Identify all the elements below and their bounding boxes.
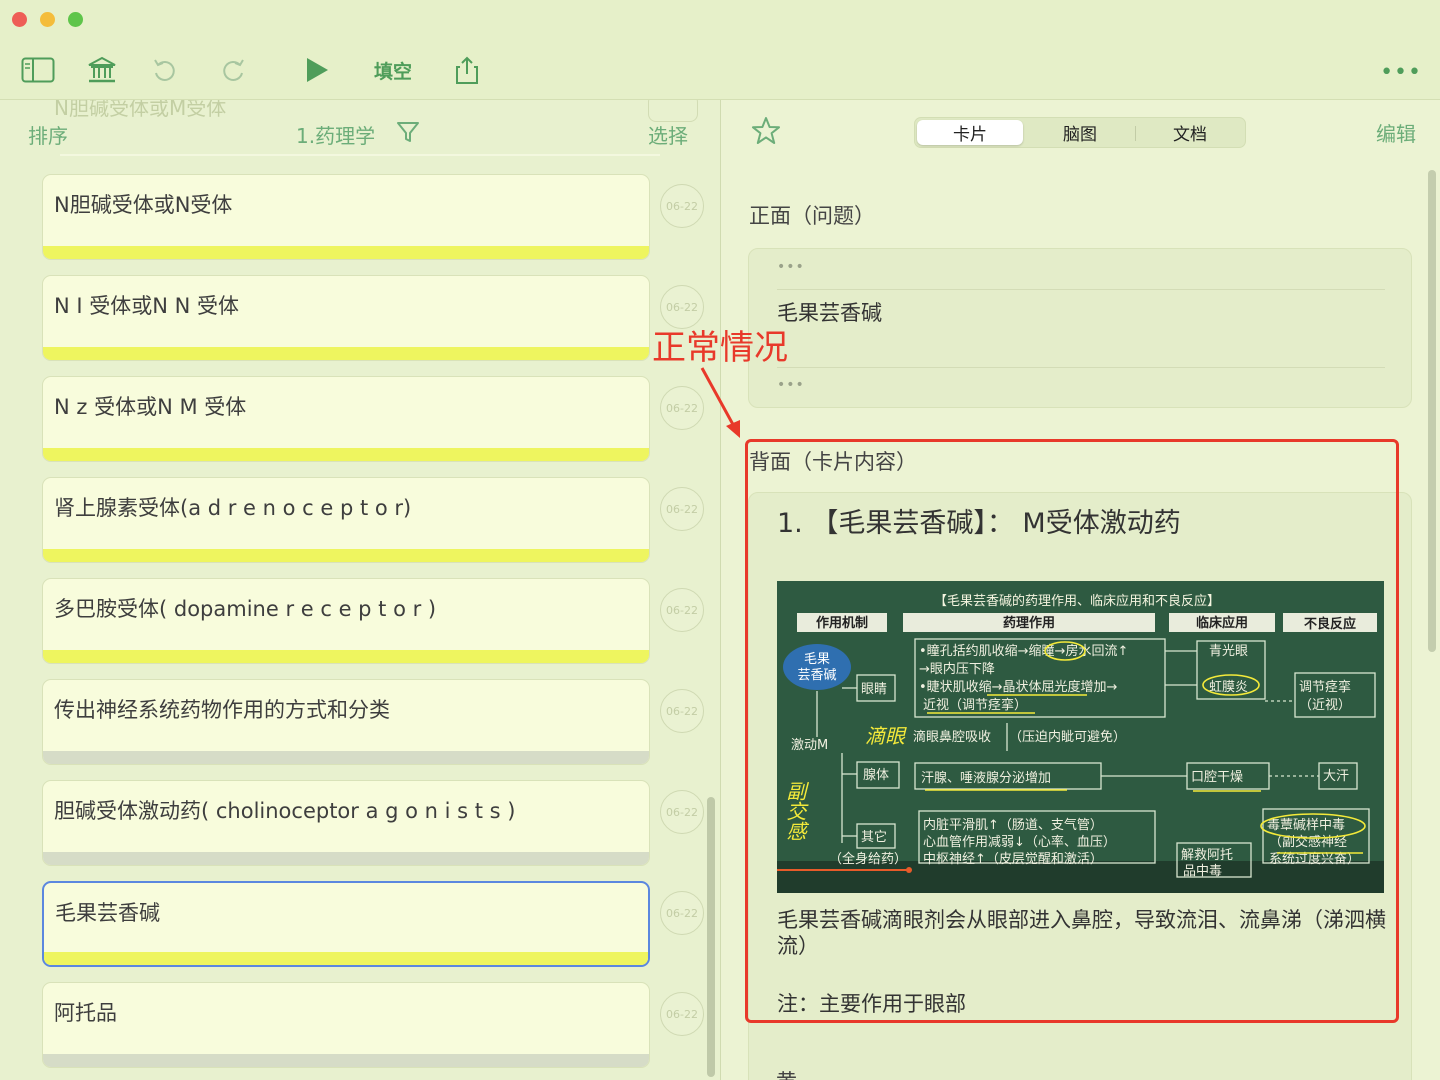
card-date-badge: 06-22 (660, 184, 704, 228)
card-progress-bar (44, 952, 648, 965)
card-progress-bar (43, 448, 649, 461)
front-top-line (777, 289, 1385, 290)
undo-icon[interactable] (150, 50, 178, 90)
fill-blank-button[interactable]: 填空 (370, 50, 416, 90)
tab-card[interactable]: 卡片 (917, 120, 1023, 145)
list-scrollbar[interactable] (707, 797, 715, 1077)
redo-icon[interactable] (220, 50, 248, 90)
card-title: N z 受体或N M 受体 (54, 395, 247, 419)
play-icon[interactable] (302, 50, 332, 90)
card-date-badge: 06-22 (660, 689, 704, 733)
card-date-badge: 06-22 (660, 790, 704, 834)
card-item[interactable]: 毛果芸香碱 (42, 881, 650, 967)
card-date-badge: 06-22 (660, 992, 704, 1036)
card-progress-bar (43, 347, 649, 360)
sidebar-toggle-icon[interactable] (20, 50, 56, 90)
card-item[interactable]: 传出神经系统药物作用的方式和分类 (42, 679, 650, 765)
card-title: 胆碱受体激动药( cholinoceptor a g o n i s t s ) (54, 799, 516, 823)
select-button[interactable]: 选择 (648, 120, 688, 149)
card-title: N胆碱受体或N受体 (54, 193, 233, 217)
annotation-arrow (700, 367, 740, 438)
card-date-badge: 06-22 (660, 487, 704, 531)
zoom-window-button[interactable] (68, 12, 83, 27)
list-header: 排序 1.药理学 选择 (0, 110, 720, 158)
front-bottom-dots: ••• (777, 377, 805, 393)
card-item[interactable]: N胆碱受体或N受体 (42, 174, 650, 260)
star-icon[interactable] (751, 116, 781, 150)
card-item[interactable]: N z 受体或N M 受体 (42, 376, 650, 462)
card-progress-bar (43, 751, 649, 764)
share-icon[interactable] (452, 50, 482, 90)
card-title: 毛果芸香碱 (55, 901, 160, 925)
front-bottom-line (777, 367, 1385, 368)
detail-scrollbar[interactable] (1428, 170, 1436, 652)
card-item[interactable]: 阿托品 (42, 982, 650, 1068)
more-options-icon[interactable]: ••• (1380, 60, 1422, 85)
view-mode-segmented-control: 卡片 脑图 文档 (914, 117, 1246, 148)
card-title: 肾上腺素受体(a d r e n o c e p t o r) (54, 496, 412, 520)
front-section-label: 正面（问题） (749, 204, 875, 228)
next-section-text: 黄 (776, 1066, 797, 1080)
annotation-highlight-box (745, 439, 1399, 1023)
card-date-badge: 06-22 (660, 588, 704, 632)
card-title: 多巴胺受体( dopamine r e c e p t o r ) (54, 597, 437, 621)
card-progress-bar (43, 852, 649, 865)
card-progress-bar (43, 549, 649, 562)
deck-title: 1.药理学 (296, 124, 376, 148)
card-title: 传出神经系统药物作用的方式和分类 (54, 698, 390, 722)
front-top-dots: ••• (777, 259, 805, 275)
edit-button[interactable]: 编辑 (1376, 118, 1416, 147)
library-icon[interactable] (86, 50, 118, 90)
card-progress-bar (43, 1054, 649, 1067)
sort-button[interactable]: 排序 (28, 120, 68, 149)
front-content-box: ••• 毛果芸香碱 ••• (748, 248, 1412, 408)
card-progress-bar (43, 650, 649, 663)
segment-separator (1135, 126, 1136, 141)
minimize-window-button[interactable] (40, 12, 55, 27)
close-window-button[interactable] (12, 12, 27, 27)
filter-icon[interactable] (396, 120, 420, 148)
card-title: N I 受体或N N 受体 (54, 294, 240, 318)
card-item[interactable]: 多巴胺受体( dopamine r e c e p t o r ) (42, 578, 650, 664)
title-bar (0, 0, 1440, 40)
header-divider (60, 154, 660, 156)
card-date-badge: 06-22 (660, 891, 704, 935)
card-progress-bar (43, 246, 649, 259)
card-list-pane: N胆碱受体或M受体 排序 1.药理学 选择 N胆碱受体或N受体 06-22 N I … (0, 100, 720, 1080)
card-title: 阿托品 (54, 1001, 117, 1025)
tab-mindmap[interactable]: 脑图 (1027, 120, 1133, 145)
fill-blank-label: 填空 (373, 60, 412, 83)
toolbar: 填空 ••• (0, 40, 1440, 100)
card-item[interactable]: 胆碱受体激动药( cholinoceptor a g o n i s t s ) (42, 780, 650, 866)
card-item[interactable]: N I 受体或N N 受体 (42, 275, 650, 361)
front-question-text: 毛果芸香碱 (777, 301, 882, 325)
card-item[interactable]: 肾上腺素受体(a d r e n o c e p t o r) (42, 477, 650, 563)
tab-document[interactable]: 文档 (1137, 120, 1243, 145)
